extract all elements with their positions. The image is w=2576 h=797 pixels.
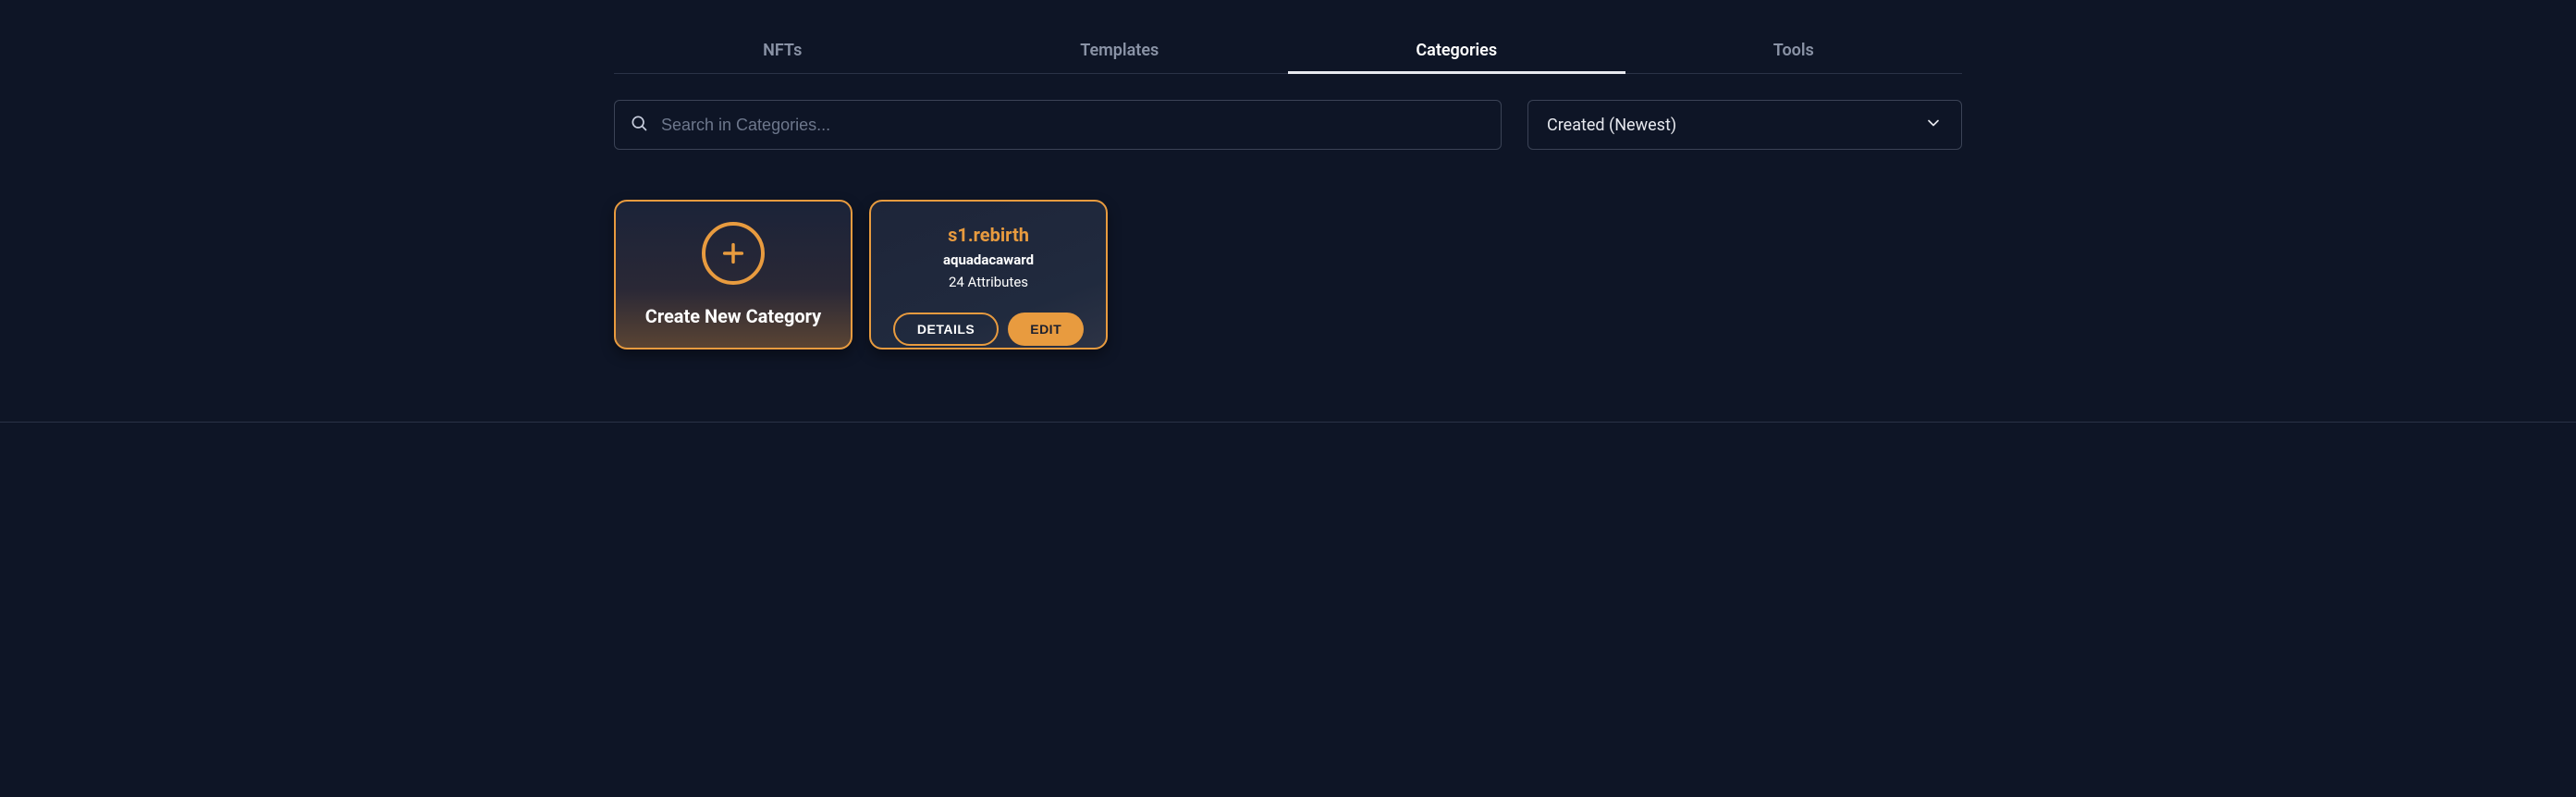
category-title: s1.rebirth (948, 224, 1029, 246)
search-icon (630, 114, 648, 136)
category-card-buttons: DETAILS EDIT (893, 313, 1084, 346)
search-input[interactable] (661, 116, 1486, 135)
tab-tools[interactable]: Tools (1625, 28, 1963, 73)
category-card: s1.rebirth aquadacaward 24 Attributes DE… (869, 200, 1108, 349)
edit-button[interactable]: EDIT (1008, 313, 1084, 346)
tab-templates[interactable]: Templates (951, 28, 1289, 73)
search-field[interactable] (614, 100, 1502, 150)
create-category-card[interactable]: Create New Category (614, 200, 853, 349)
category-attributes: 24 Attributes (949, 274, 1028, 290)
create-category-label: Create New Category (645, 305, 821, 327)
tab-nfts[interactable]: NFTs (614, 28, 951, 73)
category-collection: aquadacaward (943, 251, 1034, 268)
sort-dropdown[interactable]: Created (Newest) (1527, 100, 1962, 150)
details-button[interactable]: DETAILS (893, 313, 999, 346)
tab-bar: NFTs Templates Categories Tools (614, 28, 1962, 74)
chevron-down-icon (1924, 114, 1943, 136)
plus-icon (702, 222, 765, 285)
divider (0, 422, 2576, 423)
category-grid: Create New Category s1.rebirth aquadacaw… (614, 200, 1962, 349)
tab-categories[interactable]: Categories (1288, 28, 1625, 73)
sort-selected-label: Created (Newest) (1547, 116, 1676, 135)
controls-row: Created (Newest) (614, 100, 1962, 150)
